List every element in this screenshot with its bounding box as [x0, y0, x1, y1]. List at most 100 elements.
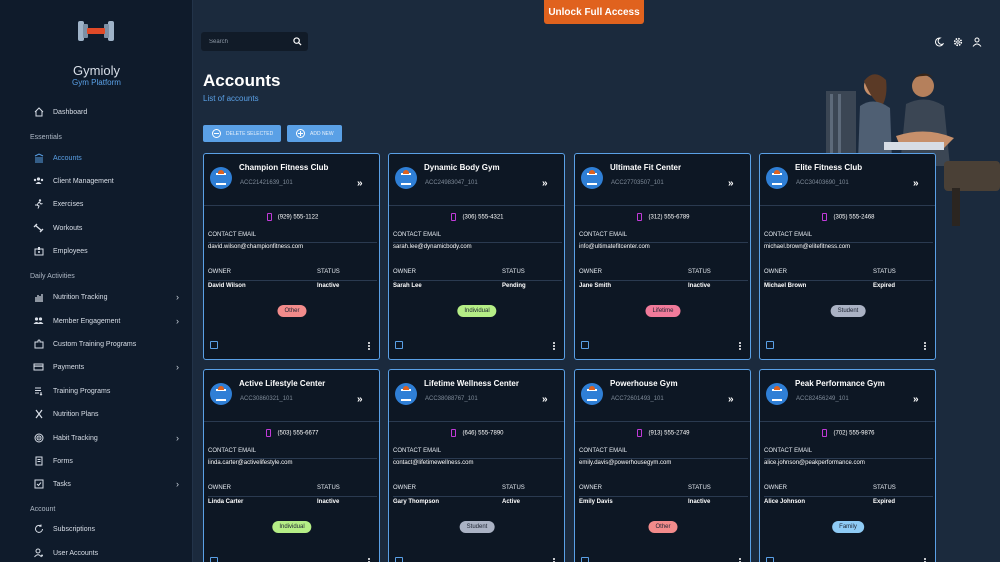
account-name[interactable]: Active Lifestyle Center — [239, 379, 325, 388]
account-card[interactable]: Ultimate Fit Center ACC27703507_101 » (312)… — [574, 153, 751, 360]
more-options-icon[interactable] — [368, 558, 371, 562]
double-chevron-right-icon[interactable]: » — [913, 178, 919, 189]
user-profile-icon[interactable] — [972, 37, 982, 47]
account-phone[interactable]: (503) 555-6677 — [204, 429, 379, 437]
account-card[interactable]: Dynamic Body Gym ACC24983047_101 » (306) 55… — [388, 153, 565, 360]
select-checkbox[interactable] — [395, 557, 403, 562]
account-name[interactable]: Elite Fitness Club — [795, 163, 862, 172]
sidebar-item-employees[interactable]: Employees — [0, 241, 192, 261]
account-card[interactable]: Powerhouse Gym ACC72601493_101 » (913) 555-… — [574, 369, 751, 562]
account-phone[interactable]: (702) 555-9876 — [760, 429, 935, 437]
sidebar-item-payments[interactable]: Payments › — [0, 357, 192, 377]
owner-name: David Wilson — [208, 283, 246, 289]
sidebar-item-accounts[interactable]: Accounts — [0, 148, 192, 168]
select-checkbox[interactable] — [766, 557, 774, 562]
double-chevron-right-icon[interactable]: » — [542, 178, 548, 189]
sidebar-item-nutrition-plans[interactable]: Nutrition Plans — [0, 404, 192, 424]
double-chevron-right-icon[interactable]: » — [728, 394, 734, 405]
sidebar-item-forms[interactable]: Forms — [0, 451, 192, 471]
double-chevron-right-icon[interactable]: » — [542, 394, 548, 405]
contact-email-label: CONTACT EMAIL — [579, 232, 628, 238]
account-id: ACC38088767_101 — [425, 396, 478, 402]
account-avatar-icon — [766, 167, 788, 189]
membership-badge: Individual — [457, 305, 497, 317]
status-label: STATUS — [873, 269, 896, 275]
account-phone[interactable]: (913) 555-2749 — [575, 429, 750, 437]
owner-label: OWNER — [208, 269, 231, 275]
status-value: Expired — [873, 499, 896, 505]
settings-gear-icon[interactable] — [953, 37, 963, 47]
account-phone[interactable]: (929) 555-1122 — [204, 213, 379, 221]
contact-email[interactable]: info@ultimatefitcenter.com — [579, 244, 650, 250]
double-chevron-right-icon[interactable]: » — [357, 178, 363, 189]
account-phone[interactable]: (305) 555-2468 — [760, 213, 935, 221]
more-options-icon[interactable] — [553, 342, 556, 350]
sidebar-item-member-engagement[interactable]: Member Engagement › — [0, 311, 192, 331]
contact-email[interactable]: alice.johnson@peakperformance.com — [764, 460, 865, 466]
contact-email[interactable]: emily.davis@powerhousegym.com — [579, 460, 671, 466]
account-name[interactable]: Lifetime Wellness Center — [424, 379, 519, 388]
account-phone[interactable]: (646) 555-7890 — [389, 429, 564, 437]
sidebar-item-tasks[interactable]: Tasks › — [0, 474, 192, 494]
more-options-icon[interactable] — [924, 342, 927, 350]
more-options-icon[interactable] — [739, 342, 742, 350]
contact-email[interactable]: michael.brown@elitefitness.com — [764, 244, 850, 250]
sidebar-item-label: Client Management — [53, 177, 114, 185]
account-card[interactable]: Champion Fitness Club ACC21421639_101 » (92… — [203, 153, 380, 360]
contact-email[interactable]: contact@lifetimewellness.com — [393, 460, 473, 466]
account-name[interactable]: Ultimate Fit Center — [610, 163, 681, 172]
account-phone[interactable]: (306) 555-4321 — [389, 213, 564, 221]
double-chevron-right-icon[interactable]: » — [357, 394, 363, 405]
sidebar-item-user-accounts[interactable]: User Accounts — [0, 543, 192, 562]
sidebar-item-training-programs[interactable]: Training Programs — [0, 381, 192, 401]
account-name[interactable]: Champion Fitness Club — [239, 163, 328, 172]
divider — [208, 496, 377, 497]
account-card[interactable]: Peak Performance Gym ACC82456249_101 » (702… — [759, 369, 936, 562]
divider — [204, 205, 379, 206]
sidebar-item-client-management[interactable]: Client Management — [0, 171, 192, 191]
divider — [579, 458, 748, 459]
sidebar-item-subscriptions[interactable]: Subscriptions — [0, 519, 192, 539]
sidebar-item-dashboard[interactable]: Dashboard — [0, 102, 192, 122]
account-name[interactable]: Dynamic Body Gym — [424, 163, 500, 172]
unlock-full-access-button[interactable]: Unlock Full Access — [544, 0, 644, 24]
status-value: Inactive — [317, 283, 340, 289]
search-icon[interactable] — [293, 37, 302, 46]
account-name[interactable]: Powerhouse Gym — [610, 379, 678, 388]
contact-email[interactable]: david.wilson@championfitness.com — [208, 244, 303, 250]
search-input[interactable] — [201, 32, 291, 51]
contact-email[interactable]: sarah.lee@dynamicbody.com — [393, 244, 472, 250]
select-checkbox[interactable] — [210, 557, 218, 562]
double-chevron-right-icon[interactable]: » — [913, 394, 919, 405]
account-card[interactable]: Active Lifestyle Center ACC30860321_101 » (… — [203, 369, 380, 562]
divider — [579, 280, 748, 281]
status-label: STATUS — [688, 269, 711, 275]
add-new-button[interactable]: ADD NEW — [287, 125, 342, 142]
select-checkbox[interactable] — [395, 341, 403, 349]
account-card[interactable]: Elite Fitness Club ACC30403690_101 » (305) … — [759, 153, 936, 360]
more-options-icon[interactable] — [553, 558, 556, 562]
select-checkbox[interactable] — [581, 341, 589, 349]
refresh-icon — [33, 524, 44, 535]
phone-icon — [451, 429, 457, 437]
account-card[interactable]: Lifetime Wellness Center ACC38088767_101 »… — [388, 369, 565, 562]
select-checkbox[interactable] — [581, 557, 589, 562]
select-checkbox[interactable] — [766, 341, 774, 349]
sidebar-item-exercises[interactable]: Exercises — [0, 194, 192, 214]
double-chevron-right-icon[interactable]: » — [728, 178, 734, 189]
owner-label: OWNER — [764, 485, 787, 491]
sidebar-item-custom-training-programs[interactable]: Custom Training Programs — [0, 334, 192, 354]
sidebar-item-workouts[interactable]: Workouts — [0, 218, 192, 238]
contact-email[interactable]: linda.carter@activelifestyle.com — [208, 460, 292, 466]
sidebar-item-nutrition-tracking[interactable]: Nutrition Tracking › — [0, 287, 192, 307]
more-options-icon[interactable] — [924, 558, 927, 562]
account-phone[interactable]: (312) 555-6789 — [575, 213, 750, 221]
more-options-icon[interactable] — [739, 558, 742, 562]
owner-name: Linda Carter — [208, 499, 244, 505]
more-options-icon[interactable] — [368, 342, 371, 350]
account-name[interactable]: Peak Performance Gym — [795, 379, 885, 388]
delete-selected-button[interactable]: DELETE SELECTED — [203, 125, 281, 142]
sidebar-item-habit-tracking[interactable]: Habit Tracking › — [0, 428, 192, 448]
dark-mode-icon[interactable] — [934, 37, 944, 47]
select-checkbox[interactable] — [210, 341, 218, 349]
